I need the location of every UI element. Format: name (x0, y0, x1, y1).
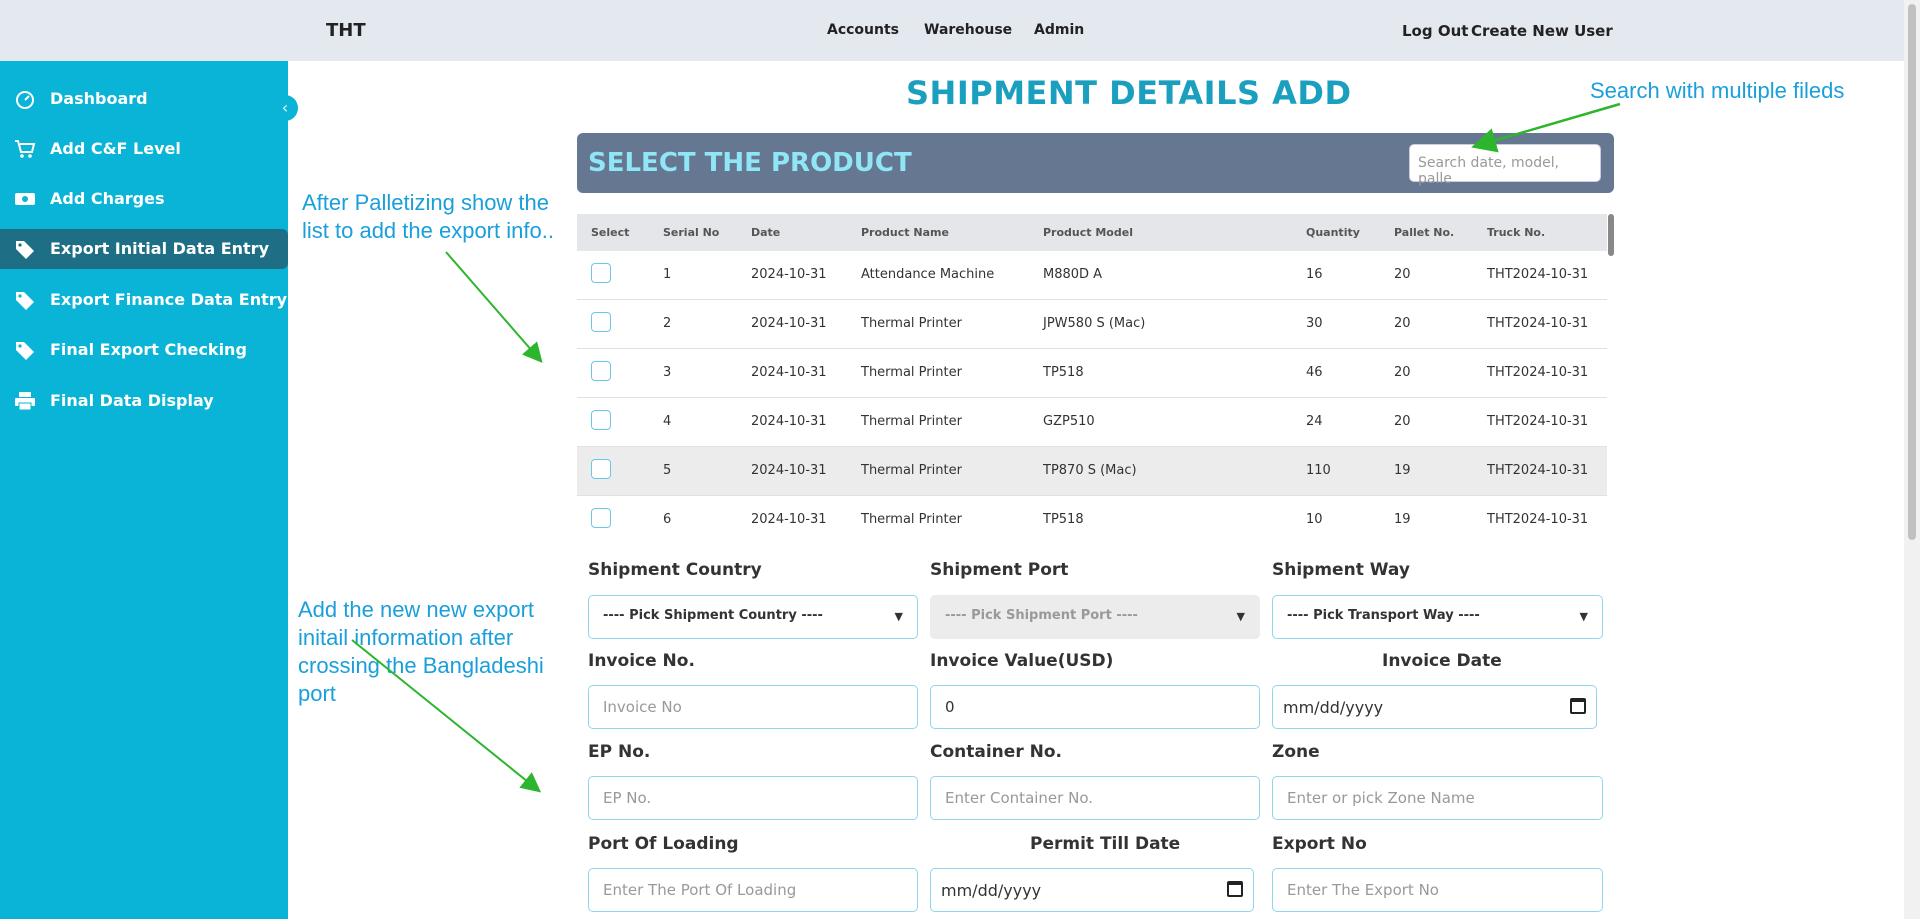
annotation-arrows (351, 102, 1621, 793)
arrow-to-search (1471, 102, 1621, 153)
arrow-to-form (351, 639, 542, 793)
page-scrollbar-thumb[interactable] (1908, 4, 1916, 540)
arrow-to-table (445, 251, 543, 364)
page-scrollbar[interactable] (1904, 0, 1920, 919)
